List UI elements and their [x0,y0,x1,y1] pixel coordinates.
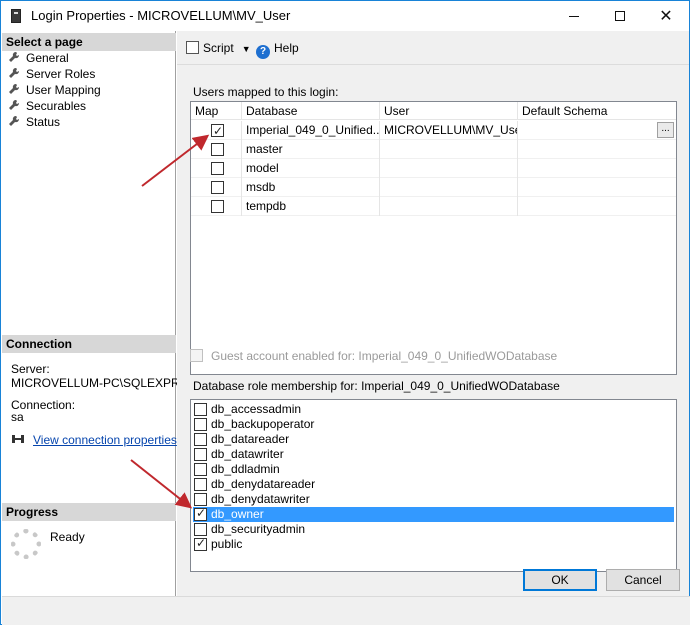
arrow-to-db-owner [130,459,193,509]
arrow-to-map-checkbox [141,134,210,187]
annotation-arrows [130,134,210,509]
login-properties-window: Login Properties - MICROVELLUM\MV_User ✕… [0,0,690,625]
